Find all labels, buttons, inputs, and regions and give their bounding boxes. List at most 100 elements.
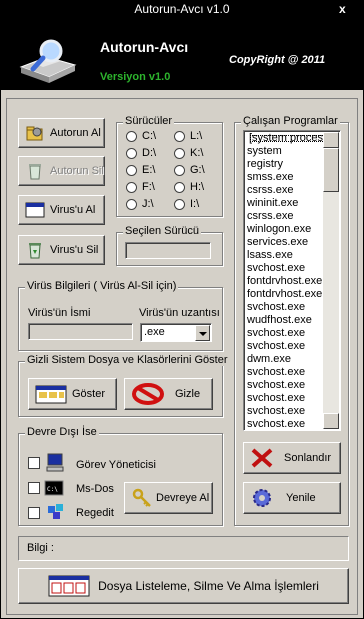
drive-radio-i[interactable]: I:\	[174, 198, 199, 210]
list-item[interactable]: svchost.exe	[247, 392, 305, 405]
radio-circle[interactable]	[126, 130, 137, 142]
radio-circle[interactable]	[126, 164, 137, 176]
radio-circle[interactable]	[126, 181, 137, 193]
drive-radio-k[interactable]: K:\	[174, 147, 203, 159]
list-item[interactable]: dwm.exe	[247, 353, 291, 366]
list-item[interactable]: svchost.exe	[247, 418, 305, 430]
drive-radio-c[interactable]: C:\	[126, 130, 156, 142]
drive-radio-h[interactable]: H:\	[174, 181, 204, 193]
main-window: Autorun-Avcı v1.0 x Autorun-Avcı Versiyo…	[0, 0, 364, 619]
info-bar: Bilgi :	[18, 536, 349, 561]
drive-label: F:\	[142, 181, 155, 193]
close-button[interactable]: x	[339, 1, 353, 18]
selected-drive-field[interactable]	[125, 242, 211, 259]
scroll-thumb[interactable]	[323, 148, 339, 192]
radio-circle[interactable]	[174, 147, 185, 159]
list-item[interactable]: system	[247, 145, 282, 158]
drive-radio-e[interactable]: E:\	[126, 164, 155, 176]
task-manager-checkbox[interactable]	[28, 457, 40, 469]
selected-drive-label: Seçilen Sürücü	[123, 225, 201, 237]
virus-ext-select[interactable]: .exe	[140, 323, 212, 342]
list-item[interactable]: services.exe	[247, 236, 308, 249]
drive-radio-j[interactable]: J:\	[126, 198, 154, 210]
terminate-button[interactable]: Sonlandır	[243, 442, 341, 474]
no-entry-icon	[132, 383, 164, 405]
chevron-down-icon[interactable]	[195, 325, 210, 341]
drive-label: D:\	[142, 147, 157, 159]
recycle-bin-icon	[29, 243, 41, 259]
app-copyright: CopyRight @ 2011	[229, 54, 326, 66]
list-item[interactable]: svchost.exe	[247, 379, 305, 392]
autorun-al-button[interactable]: Autorun Al	[18, 118, 105, 148]
radio-circle[interactable]	[174, 198, 185, 210]
list-item[interactable]: [system process]	[247, 132, 334, 145]
terminal-icon: C:\	[44, 480, 64, 496]
drive-label: H:\	[190, 181, 205, 193]
list-item[interactable]: svchost.exe	[247, 405, 305, 418]
autorun-sil-label: Autorun Sil	[50, 165, 104, 177]
show-hidden-button[interactable]: Göster	[28, 378, 117, 410]
drive-radio-l[interactable]: L:\	[174, 130, 202, 142]
drive-radio-f[interactable]: F:\	[126, 181, 155, 193]
list-item[interactable]: svchost.exe	[247, 340, 305, 353]
virus-al-button[interactable]: Virus'u Al	[18, 195, 105, 225]
process-list[interactable]: [system process] system registry smss.ex…	[243, 130, 341, 431]
title-bar[interactable]: Autorun-Avcı v1.0	[1, 1, 363, 18]
keys-icon	[132, 488, 151, 507]
drive-label: E:\	[142, 164, 156, 176]
list-item[interactable]: svchost.exe	[247, 262, 305, 275]
list-item[interactable]: csrss.exe	[247, 184, 293, 197]
list-item[interactable]: smss.exe	[247, 171, 293, 184]
regedit-checkbox[interactable]	[28, 507, 40, 519]
list-item[interactable]: csrss.exe	[247, 210, 293, 223]
refresh-label: Yenile	[286, 492, 316, 504]
hide-button[interactable]: Gizle	[124, 378, 213, 410]
scroll-up-icon[interactable]	[323, 132, 339, 148]
file-operations-label: Dosya Listeleme, Silme Ve Alma İşlemleri	[98, 579, 319, 593]
disabled-group-label: Devre Dışı İse	[25, 426, 99, 438]
terminate-label: Sonlandır	[284, 452, 332, 464]
processes-label: Çalışan Programlar	[241, 115, 340, 127]
drives-group-label: Sürücüler	[123, 115, 175, 127]
scroll-down-icon[interactable]	[323, 413, 339, 429]
drive-label: G:\	[190, 164, 205, 176]
radio-circle[interactable]	[174, 181, 185, 193]
list-item[interactable]: wudfhost.exe	[247, 314, 312, 327]
radio-circle[interactable]	[174, 164, 185, 176]
list-item[interactable]: fontdrvhost.exe	[247, 288, 322, 301]
drive-radio-d[interactable]: D:\	[126, 147, 156, 159]
virus-name-field[interactable]	[28, 323, 133, 340]
red-x-icon	[251, 448, 273, 468]
list-item[interactable]: svchost.exe	[247, 366, 305, 379]
list-item[interactable]: lsass.exe	[247, 249, 293, 262]
enable-button[interactable]: Devreye Al	[124, 482, 213, 514]
app-version: Versiyon v1.0	[100, 71, 171, 83]
msdos-checkbox[interactable]	[28, 482, 40, 494]
radio-circle[interactable]	[174, 130, 185, 142]
autorun-sil-button[interactable]: Autorun Sil	[18, 156, 105, 186]
folders-icon	[35, 385, 67, 404]
process-list-scrollbar[interactable]	[323, 132, 339, 429]
drive-radio-g[interactable]: G:\	[174, 164, 205, 176]
virus-al-label: Virus'u Al	[50, 204, 96, 216]
task-manager-label: Görev Yöneticisi	[76, 459, 156, 471]
info-label: Bilgi :	[27, 542, 54, 554]
list-item[interactable]: winlogon.exe	[247, 223, 311, 236]
gear-icon	[253, 489, 271, 507]
list-item[interactable]: svchost.exe	[247, 301, 305, 314]
enable-label: Devreye Al	[156, 492, 210, 504]
radio-circle[interactable]	[126, 147, 137, 159]
virus-sil-label: Virus'u Sil	[50, 244, 99, 256]
refresh-button[interactable]: Yenile	[243, 482, 341, 514]
radio-circle[interactable]	[126, 198, 137, 210]
show-hidden-label: Göster	[72, 388, 106, 400]
virus-info-label: Virüs Bilgileri ( Virüs Al-Sil için)	[25, 280, 179, 292]
hide-label: Gizle	[175, 388, 201, 400]
list-item[interactable]: fontdrvhost.exe	[247, 275, 322, 288]
list-item[interactable]: registry	[247, 158, 283, 171]
registry-icon	[48, 504, 63, 519]
list-item[interactable]: wininit.exe	[247, 197, 298, 210]
virus-sil-button[interactable]: Virus'u Sil	[18, 235, 105, 265]
list-item[interactable]: svchost.exe	[247, 327, 305, 340]
file-operations-button[interactable]: Dosya Listeleme, Silme Ve Alma İşlemleri	[18, 568, 349, 604]
